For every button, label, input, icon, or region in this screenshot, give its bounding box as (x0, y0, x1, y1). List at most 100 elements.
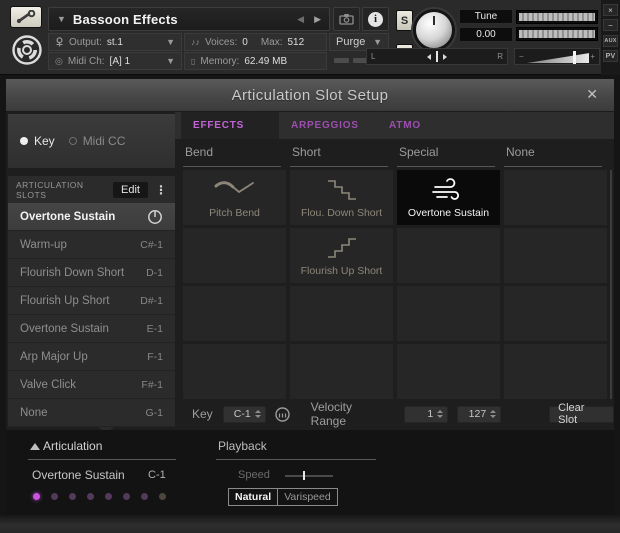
remove-instrument-button[interactable]: × (603, 4, 618, 16)
kontakt-window: ▼ Bassoon Effects ◀ ▶ i Output: st.1 (0, 0, 620, 533)
slot-dot[interactable] (69, 493, 76, 500)
tune-knob[interactable] (413, 9, 455, 51)
varispeed-button[interactable]: Varispeed (278, 489, 337, 505)
volume-slider[interactable]: − + (514, 48, 600, 65)
cell-label: Flou. Down Short (301, 207, 382, 219)
stepper-arrows-icon[interactable] (255, 410, 261, 418)
max-label: Max: (261, 37, 283, 48)
prev-instrument-icon[interactable]: ◀ (297, 14, 304, 25)
articulation-cell-empty[interactable] (183, 344, 286, 399)
stepper-arrows-icon[interactable] (490, 410, 496, 418)
panel-body: Key Midi CC ARTICULATION SLOTS Edit ⋮ Ov… (6, 112, 614, 430)
panel-close-button[interactable]: ✕ (586, 86, 598, 103)
slot-name: None (20, 407, 48, 419)
volume-wedge (527, 52, 589, 63)
chevron-down-icon[interactable]: ▼ (57, 14, 66, 24)
slot-dot[interactable] (87, 493, 94, 500)
instrument-title-bar[interactable]: ▼ Bassoon Effects ◀ ▶ (48, 7, 330, 31)
articulation-slot-setup-header: Articulation Slot Setup ✕ (6, 79, 614, 112)
pan-left-label: L (371, 52, 375, 61)
midi-label: Midi Ch: (68, 56, 105, 67)
slot-row-valve-click[interactable]: Valve Click F#-1 (8, 371, 175, 399)
speed-slider[interactable] (285, 475, 333, 477)
velocity-min-stepper[interactable]: 1 (404, 406, 448, 423)
articulation-cell-flou-down-short[interactable]: Flou. Down Short (290, 170, 393, 225)
articulation-cell-empty[interactable] (504, 286, 607, 341)
edit-instrument-button[interactable] (10, 6, 42, 28)
slot-row-none[interactable]: None G-1 (8, 399, 175, 427)
midi-cc-mode-radio[interactable]: Midi CC (69, 134, 126, 148)
midi-channel-select[interactable]: ◎ Midi Ch: [A] 1 ▼ (48, 52, 182, 70)
slot-row-overtone-sustain[interactable]: Overtone Sustain (8, 203, 175, 231)
stepper-arrows-icon[interactable] (437, 410, 443, 418)
natural-button[interactable]: Natural (229, 489, 278, 505)
minimize-instrument-button[interactable]: − (603, 19, 618, 31)
articulation-cell-empty[interactable] (504, 170, 607, 225)
tune-label: Tune (459, 9, 513, 24)
info-icon: i (368, 12, 383, 27)
camera-icon (339, 13, 354, 25)
articulation-cell-empty[interactable] (290, 286, 393, 341)
key-mode-radio[interactable]: Key (20, 134, 55, 148)
slot-row-flourish-down-short[interactable]: Flourish Down Short D-1 (8, 259, 175, 287)
articulation-cell-empty[interactable] (504, 228, 607, 283)
articulation-cell-empty[interactable] (183, 286, 286, 341)
articulation-cell-flourish-up-short[interactable]: Flourish Up Short (290, 228, 393, 283)
slot-dot[interactable] (105, 493, 112, 500)
solo-button[interactable]: S (396, 10, 413, 31)
scrollbar[interactable] (610, 170, 612, 399)
slot-dot[interactable] (123, 493, 130, 500)
output-label: Output: (69, 37, 102, 48)
slot-dot[interactable] (33, 493, 40, 500)
articulation-cell-empty[interactable] (504, 344, 607, 399)
edit-slots-button[interactable]: Edit (113, 182, 148, 198)
speed-slider-handle[interactable] (303, 471, 305, 480)
output-value: st.1 (107, 37, 123, 48)
pan-center-marker (436, 51, 438, 62)
slot-row-overtone-sustain-2[interactable]: Overtone Sustain E-1 (8, 315, 175, 343)
articulation-cell-empty[interactable] (183, 228, 286, 283)
slot-dot[interactable] (51, 493, 58, 500)
memory-value: 62.49 MB (244, 56, 287, 67)
articulation-cell-empty[interactable] (397, 228, 500, 283)
midi-learn-button[interactable] (274, 406, 291, 423)
column-header-bend: Bend (183, 145, 281, 167)
output-select[interactable]: Output: st.1 ▼ (48, 33, 182, 51)
radio-selected-icon (20, 137, 28, 145)
slot-dots[interactable] (33, 493, 166, 500)
collapse-panel-icon[interactable] (30, 443, 40, 450)
slot-dot[interactable] (159, 493, 166, 500)
aux-button[interactable]: AUX (603, 35, 618, 47)
performance-view-button[interactable]: PV (603, 50, 618, 62)
articulation-cell-empty[interactable] (397, 286, 500, 341)
divider (28, 459, 176, 460)
midi-learn-icon (274, 406, 291, 423)
hold-clock-icon (147, 209, 163, 225)
articulation-cell-overtone-sustain[interactable]: Overtone Sustain (397, 170, 500, 225)
tab-effects[interactable]: EFFECTS (181, 112, 279, 139)
slot-name: Arp Major Up (20, 351, 88, 363)
tab-arpeggios[interactable]: ARPEGGIOS (279, 112, 377, 139)
slot-row-arp-major-up[interactable]: Arp Major Up F-1 (8, 343, 175, 371)
volume-handle[interactable] (573, 51, 576, 64)
pan-slider[interactable]: L R (366, 48, 508, 65)
articulation-cell-pitch-bend[interactable]: Pitch Bend (183, 170, 286, 225)
tab-atmo[interactable]: ATMO (377, 112, 457, 139)
slot-row-flourish-up-short[interactable]: Flourish Up Short D#-1 (8, 287, 175, 315)
tune-value[interactable]: 0.00 (459, 27, 513, 42)
playback-mode-toggle: Natural Varispeed (228, 488, 338, 506)
divider (216, 459, 376, 460)
info-button[interactable]: i (362, 7, 389, 31)
clear-slot-button[interactable]: Clear Slot (549, 406, 614, 423)
slot-dot[interactable] (141, 493, 148, 500)
key-stepper[interactable]: C-1 (223, 406, 266, 423)
kebab-menu-icon[interactable]: ⋮ (155, 183, 167, 197)
articulation-cell-empty[interactable] (397, 344, 500, 399)
articulation-cell-empty[interactable] (290, 344, 393, 399)
snapshot-button[interactable] (333, 7, 360, 31)
velocity-max-stepper[interactable]: 127 (457, 406, 501, 423)
slot-name: Flourish Up Short (20, 295, 109, 307)
instrument-title: Bassoon Effects (73, 12, 178, 27)
next-instrument-icon[interactable]: ▶ (314, 14, 321, 25)
slot-row-warm-up[interactable]: Warm-up C#-1 (8, 231, 175, 259)
